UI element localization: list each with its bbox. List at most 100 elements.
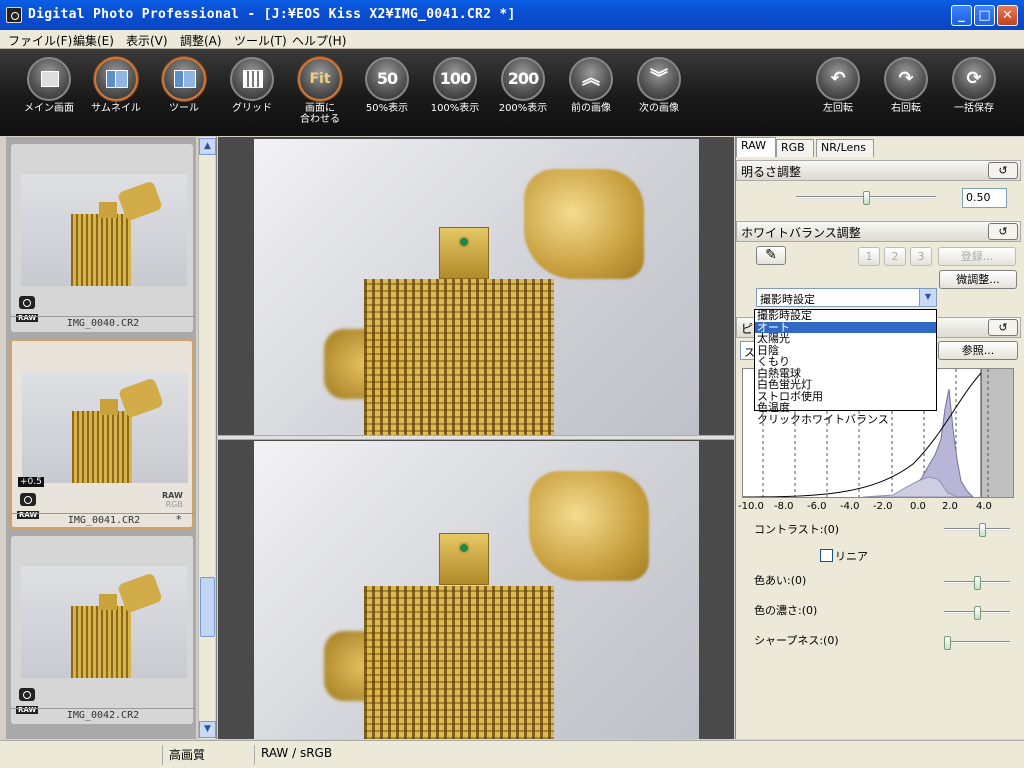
hist-axis-label: 4.0 <box>976 501 992 512</box>
prev-image-button[interactable]: ︽ 前の画像 <box>558 57 624 114</box>
thumbnail-scrollbar[interactable]: ▲ ▼ <box>198 137 216 739</box>
status-bar: 高画質 RAW / sRGB <box>0 740 1024 768</box>
scroll-down-arrow[interactable]: ▼ <box>199 721 216 738</box>
status-empty-cell <box>0 745 162 765</box>
tool-palette: RAW RGB NR/Lens 明るさ調整 ↺ 0.50 ホワイトバランス調整 … <box>735 137 1024 739</box>
wb-preset-2[interactable]: 2 <box>884 247 906 266</box>
wb-fine-tune-button[interactable]: 微調整... <box>939 270 1017 289</box>
zoom-100-button[interactable]: 100 100%表示 <box>422 57 488 114</box>
rotate-right-label: 右回転 <box>891 103 921 114</box>
brightness-slider-knob[interactable] <box>863 191 870 205</box>
window-title: Digital Photo Professional - [J:¥EOS Kis… <box>28 7 516 22</box>
contrast-slider[interactable] <box>944 523 1010 537</box>
thumbnail-item[interactable]: RAW IMG_0040.CR2 <box>10 143 195 333</box>
fit-to-screen-button[interactable]: Fit 画面に 合わせる <box>287 57 353 125</box>
camera-icon <box>19 296 35 309</box>
wb-header: ホワイトバランス調整 ↺ <box>736 221 1021 242</box>
picture-style-reset-button[interactable]: ↺ <box>988 319 1018 336</box>
saturation-slider[interactable] <box>944 606 1010 620</box>
grid-button[interactable]: グリッド <box>219 57 285 114</box>
brightness-slider[interactable] <box>796 191 936 205</box>
menu-adjust[interactable]: 調整(A) <box>180 32 222 49</box>
app-camera-icon <box>6 7 22 23</box>
wb-option[interactable]: クリックホワイトバランス <box>755 414 936 426</box>
wb-option[interactable]: 撮影時設定 <box>755 310 936 322</box>
hue-slider[interactable] <box>944 576 1010 590</box>
hist-axis-label: 0.0 <box>910 501 926 512</box>
brightness-reset-button[interactable]: ↺ <box>988 162 1018 179</box>
menu-view[interactable]: 表示(V) <box>126 32 168 49</box>
wb-option[interactable]: 色温度 <box>755 402 936 414</box>
thumbnail-filename: IMG_0041.CR2 <box>12 513 196 526</box>
hue-slider-knob[interactable] <box>974 576 981 590</box>
grid-icon <box>230 57 274 101</box>
after-image <box>254 441 699 739</box>
saturation-label: 色の濃さ:(0) <box>754 604 818 617</box>
thumbnail-image <box>21 566 187 678</box>
scrollbar-thumb[interactable] <box>200 577 215 637</box>
double-chevron-down-icon: ︾ <box>637 57 681 101</box>
minimize-button[interactable]: _ <box>951 5 972 26</box>
tool-button[interactable]: ツール <box>151 57 217 114</box>
chevron-down-icon[interactable]: ▼ <box>919 289 936 306</box>
contrast-slider-knob[interactable] <box>979 523 986 537</box>
wb-select[interactable]: 撮影時設定 ▼ <box>756 288 937 307</box>
eyedropper-icon[interactable]: ✎ <box>756 246 786 265</box>
zoom-50-icon: 50 <box>365 57 409 101</box>
image-viewer[interactable] <box>218 137 734 739</box>
fit-icon: Fit <box>298 57 342 101</box>
batch-save-button[interactable]: ⟳ 一括保存 <box>941 57 1007 114</box>
rotate-right-button[interactable]: ↷ 右回転 <box>873 57 939 114</box>
contrast-label: コントラスト:(0) <box>754 523 840 536</box>
zoom-200-button[interactable]: 200 200%表示 <box>490 57 556 114</box>
wb-preset-3[interactable]: 3 <box>910 247 932 266</box>
exposure-badge: +0.5 <box>18 477 44 487</box>
main-window-button[interactable]: メイン画面 <box>16 57 82 114</box>
wb-option[interactable]: 白色蛍光灯 <box>755 379 936 391</box>
brightness-value-field[interactable]: 0.50 <box>962 188 1007 208</box>
wb-preset-1[interactable]: 1 <box>858 247 880 266</box>
menu-file[interactable]: ファイル(F) <box>8 32 72 49</box>
zoom-200-icon: 200 <box>501 57 545 101</box>
picture-style-browse-button[interactable]: 参照... <box>938 341 1018 360</box>
tab-rgb[interactable]: RGB <box>776 139 814 157</box>
thumbnail-list: RAW IMG_0040.CR2 +0.5 RAW RGB RAW IMG_004… <box>6 137 196 739</box>
thumbnail-item-selected[interactable]: +0.5 RAW RGB RAW IMG_0041.CR2 * <box>10 339 196 529</box>
scroll-up-arrow[interactable]: ▲ <box>199 138 216 155</box>
wb-dropdown-list[interactable]: 撮影時設定 オート 太陽光 日陰 くもり 白熱電球 白色蛍光灯 ストロボ使用 色温度 クリックホワ… <box>754 309 937 424</box>
wb-reset-button[interactable]: ↺ <box>988 223 1018 240</box>
saturation-slider-knob[interactable] <box>974 606 981 620</box>
grid-label: グリッド <box>232 103 272 114</box>
maximize-button[interactable]: □ <box>974 5 995 26</box>
close-button[interactable]: ✕ <box>997 5 1018 26</box>
split-divider[interactable] <box>218 435 734 440</box>
wb-option[interactable]: くもり <box>755 356 936 368</box>
wb-register-button[interactable]: 登録... <box>938 247 1016 266</box>
thumbnail-button[interactable]: サムネイル <box>83 57 149 114</box>
zoom-50-button[interactable]: 50 50%表示 <box>354 57 420 114</box>
wb-option[interactable]: 太陽光 <box>755 333 936 345</box>
thumbnail-item[interactable]: RAW IMG_0042.CR2 <box>10 535 195 725</box>
menu-tools[interactable]: ツール(T) <box>234 32 287 49</box>
wb-select-value: 撮影時設定 <box>760 293 815 306</box>
linear-checkbox[interactable] <box>820 549 833 562</box>
robot-head <box>439 227 489 279</box>
zoom-100-label: 100%表示 <box>430 103 480 114</box>
thumbnail-image <box>22 371 188 483</box>
rotate-left-icon: ↶ <box>816 57 860 101</box>
zoom-50-label: 50%表示 <box>365 103 409 114</box>
robot-hand <box>524 169 644 279</box>
sharpness-slider-knob[interactable] <box>944 636 951 650</box>
tab-nr-lens[interactable]: NR/Lens <box>816 139 874 157</box>
robot-body <box>364 586 554 739</box>
next-image-button[interactable]: ︾ 次の画像 <box>626 57 692 114</box>
robot-head <box>439 533 489 585</box>
menu-help[interactable]: ヘルプ(H) <box>292 32 346 49</box>
fit-label: 画面に 合わせる <box>300 103 340 125</box>
menu-edit[interactable]: 編集(E) <box>73 32 114 49</box>
hue-label: 色あい:(0) <box>754 574 807 587</box>
tab-raw[interactable]: RAW <box>736 137 776 157</box>
status-quality: 高画質 <box>162 745 254 765</box>
sharpness-slider[interactable] <box>944 636 1010 650</box>
rotate-left-button[interactable]: ↶ 左回転 <box>805 57 871 114</box>
